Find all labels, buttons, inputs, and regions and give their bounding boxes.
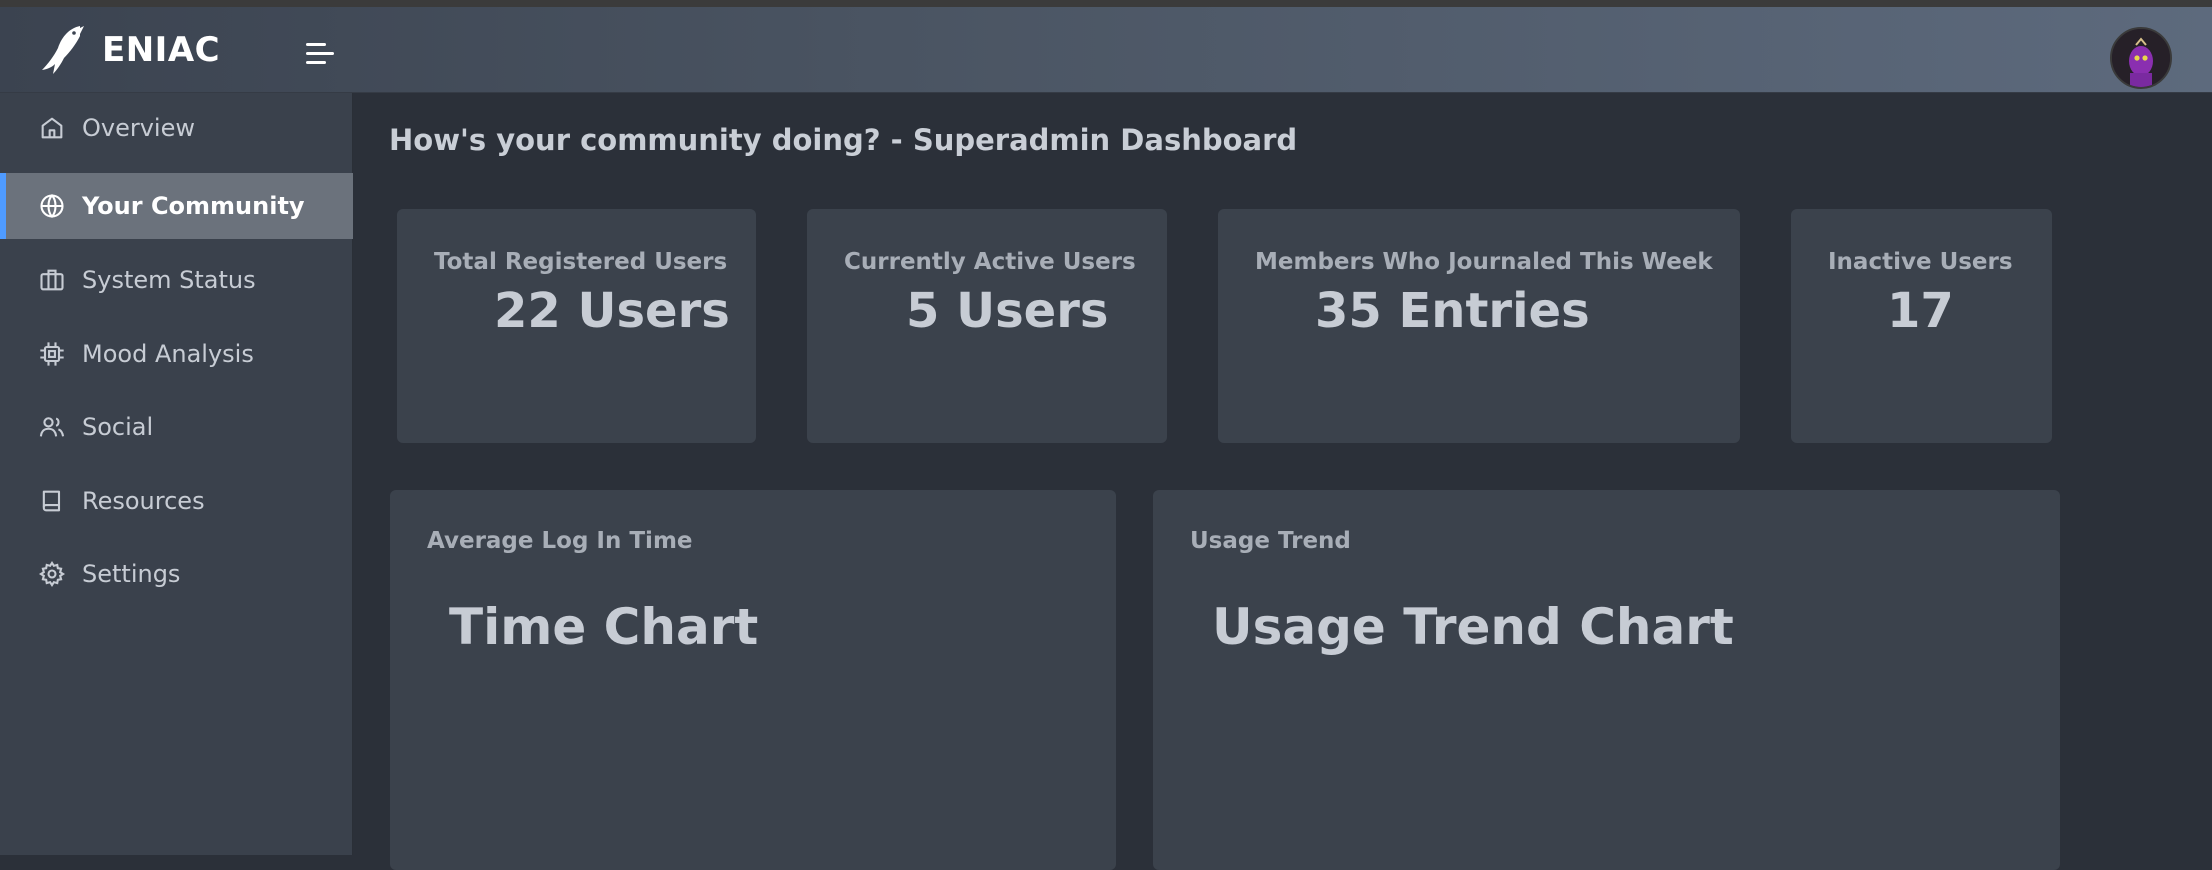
- sidebar-item-label: Your Community: [82, 192, 305, 220]
- stat-card-total-registered-users: Total Registered Users 22 Users: [397, 209, 756, 443]
- stat-card-currently-active-users: Currently Active Users 5 Users: [807, 209, 1167, 443]
- penguin-logo-icon: [42, 26, 84, 74]
- sidebar-item-your-community[interactable]: Your Community: [0, 173, 353, 239]
- gear-icon: [38, 560, 66, 588]
- stat-value: 5 Users: [906, 283, 1109, 339]
- stat-value: 22 Users: [494, 283, 730, 339]
- brand[interactable]: ENIAC: [36, 19, 220, 81]
- panel-usage-trend: Usage Trend Usage Trend Chart: [1153, 490, 2060, 870]
- cpu-icon: [40, 342, 64, 366]
- panel-label: Average Log In Time: [427, 528, 693, 554]
- stat-label: Members Who Journaled This Week: [1255, 249, 1713, 275]
- sidebar-item-mood-analysis[interactable]: Mood Analysis: [0, 321, 353, 387]
- home-icon: [41, 117, 63, 139]
- stat-value: 17: [1887, 283, 1954, 339]
- sidebar-item-system-status[interactable]: System Status: [0, 247, 353, 313]
- sidebar-item-label: Overview: [82, 114, 195, 142]
- window-top-edge: [0, 0, 2212, 7]
- sidebar-item-overview[interactable]: Overview: [0, 95, 353, 161]
- sidebar-item-resources[interactable]: Resources: [0, 468, 353, 534]
- sidebar: Overview Your Community System Status Mo…: [0, 93, 353, 855]
- app-name: ENIAC: [102, 30, 221, 70]
- sidebar-item-settings[interactable]: Settings: [0, 541, 353, 607]
- sidebar-item-label: System Status: [82, 266, 256, 294]
- stat-card-inactive-users: Inactive Users 17: [1791, 209, 2052, 443]
- panel-average-log-in-time: Average Log In Time Time Chart: [390, 490, 1116, 870]
- globe-icon: [40, 194, 64, 218]
- stat-label: Inactive Users: [1828, 249, 2013, 275]
- time-chart-placeholder: Time Chart: [449, 598, 759, 656]
- stat-card-members-journaled: Members Who Journaled This Week 35 Entri…: [1218, 209, 1740, 443]
- sidebar-item-label: Social: [82, 413, 154, 441]
- usage-trend-chart-placeholder: Usage Trend Chart: [1212, 598, 1734, 656]
- sidebar-item-social[interactable]: Social: [0, 394, 353, 460]
- sidebar-item-label: Resources: [82, 487, 205, 515]
- sidebar-item-label: Settings: [82, 560, 181, 588]
- hamburger-menu-icon[interactable]: [306, 41, 338, 67]
- book-icon: [42, 490, 61, 512]
- top-bar: ENIAC: [0, 7, 2212, 93]
- briefcase-icon: [40, 269, 64, 291]
- users-icon: [39, 417, 65, 437]
- avatar-icon: [2112, 29, 2170, 87]
- stat-label: Currently Active Users: [844, 249, 1136, 275]
- stat-value: 35 Entries: [1315, 283, 1590, 339]
- sidebar-item-label: Mood Analysis: [82, 340, 254, 368]
- panel-label: Usage Trend: [1190, 528, 1351, 554]
- stat-label: Total Registered Users: [434, 249, 728, 275]
- page-title: How's your community doing? - Superadmin…: [389, 123, 1298, 157]
- user-avatar[interactable]: [2110, 27, 2172, 89]
- main-content: How's your community doing? - Superadmin…: [353, 93, 2212, 870]
